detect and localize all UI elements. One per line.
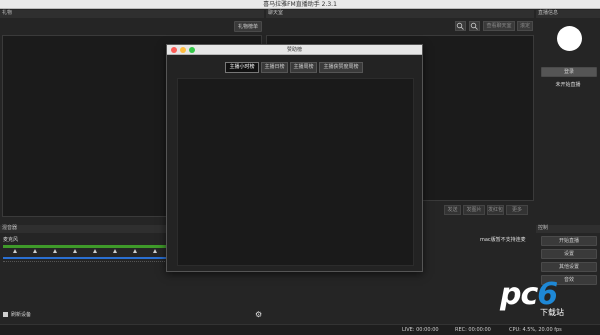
dialog-title: 赞助榜	[286, 47, 302, 53]
send-image-button[interactable]: 发图片	[463, 205, 485, 215]
red-packet-button[interactable]: 发红包	[487, 205, 504, 215]
refresh-device-label[interactable]: 刷新设备	[11, 312, 31, 319]
rec-timer: REC: 00:00:00	[455, 327, 491, 333]
tab-weekly-ranking[interactable]: 主播周榜	[290, 62, 317, 73]
window-title: 喜马拉雅FM直播助手 2.3.1	[263, 1, 337, 8]
settings-button[interactable]: 设置	[541, 249, 597, 259]
mac-mic-link-note: mac版暂不支持连麦	[480, 237, 526, 243]
watermark-subtitle: 下载站	[540, 308, 564, 317]
start-live-button[interactable]: 开始直播	[541, 236, 597, 246]
status-bar: LIVE: 00:00:00 REC: 00:00:00 CPU: 4.5%, …	[0, 324, 600, 335]
refresh-device-checkbox-icon[interactable]	[3, 312, 8, 317]
tab-likes-weekly-ranking[interactable]: 主播获赞度周榜	[319, 62, 363, 73]
send-button[interactable]: 发送	[444, 205, 461, 215]
zoom-out-icon[interactable]	[469, 21, 480, 31]
tab-daily-ranking[interactable]: 主播日榜	[261, 62, 288, 73]
other-settings-button[interactable]: 其他设置	[541, 262, 597, 272]
scroll-lock-button[interactable]: 滚定	[517, 21, 533, 31]
more-button[interactable]: 更多	[506, 205, 528, 215]
view-chat-room-button[interactable]: 查看聊天室	[483, 21, 515, 31]
chat-room-header: 聊天室	[266, 10, 534, 18]
window-titlebar: 喜马拉雅FM直播助手 2.3.1	[0, 0, 600, 9]
tab-hourly-ranking[interactable]: 主播小时榜	[225, 62, 259, 73]
watermark: pc6 下载站	[500, 280, 600, 324]
ranking-content-area	[177, 78, 414, 266]
cpu-fps-readout: CPU: 4.5%, 20.00 fps	[509, 327, 562, 333]
login-button[interactable]: 登录	[541, 67, 597, 77]
live-status-text: 未开始直播	[555, 82, 581, 88]
gift-panel-header: 礼物	[0, 10, 264, 18]
live-info-header: 直播信息	[536, 10, 600, 18]
control-header: 控制	[536, 225, 600, 233]
live-timer: LIVE: 00:00:00	[402, 327, 439, 333]
dialog-titlebar: 赞助榜	[167, 45, 422, 55]
watermark-logo: pc6	[500, 277, 558, 312]
gear-icon[interactable]: ⚙	[255, 311, 263, 319]
avatar	[557, 26, 582, 51]
watermark-logo-pc: pc	[500, 277, 538, 312]
zoom-in-icon[interactable]	[455, 21, 466, 31]
microphone-label: 麦克风	[3, 237, 19, 243]
gift-ranking-button[interactable]: 礼物榜单	[234, 21, 262, 32]
sponsor-ranking-dialog: 赞助榜 主播小时榜 主播日榜 主播周榜 主播获赞度周榜	[166, 44, 423, 272]
app-window: 喜马拉雅FM直播助手 2.3.1 礼物 礼物榜单 混音器 麦克风 刷新设备 ⚙ …	[0, 0, 600, 335]
